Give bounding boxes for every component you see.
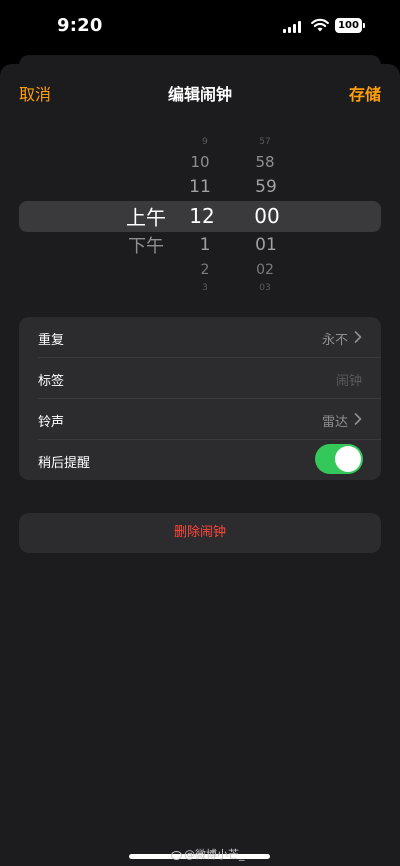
battery-icon: 100 [335,18,365,33]
page-title: 编辑闹钟 [167,85,232,104]
wifi-icon [311,18,329,32]
repeat-row[interactable]: 重复 永不 [19,317,381,358]
save-button[interactable]: 存储 [349,81,381,105]
watermark: @微博小芒_ [171,846,245,862]
hour-option[interactable]: 9 [202,137,208,147]
minute-option[interactable]: 58 [255,153,274,171]
label-row[interactable]: 标签 闹钟 [19,358,381,399]
hour-option[interactable]: 1 [200,235,211,255]
hour-option[interactable]: 3 [202,283,208,293]
label-label: 标签 [38,374,65,389]
edit-alarm-sheet: 取消 编辑闹钟 存储 上午 下午 9 10 11 12 1 2 3 57 58 … [0,64,400,866]
battery-level: 100 [335,18,362,33]
label-input[interactable]: 闹钟 [336,370,362,389]
minute-option[interactable]: 01 [255,235,277,255]
minute-option-selected[interactable]: 00 [254,204,279,228]
hour-option[interactable]: 10 [190,153,209,171]
sound-value: 雷达 [321,415,348,430]
cellular-signal-icon [283,21,302,33]
alarm-settings-group: 重复 永不 标签 闹钟 铃声 雷达 稍后提醒 [19,317,381,480]
hour-option-selected[interactable]: 12 [189,204,214,228]
snooze-label: 稍后提醒 [38,456,91,471]
toggle-knob [335,446,361,472]
repeat-value: 永不 [321,333,348,348]
period-option[interactable]: 下午 [128,232,164,258]
minute-option[interactable]: 57 [259,137,270,147]
watermark-text: @微博小芒_ [184,848,245,861]
minute-option[interactable]: 02 [256,262,274,278]
sound-label: 铃声 [38,415,65,430]
snooze-toggle[interactable] [315,444,363,474]
hour-option[interactable]: 2 [201,262,210,278]
minute-option[interactable]: 03 [259,283,270,293]
repeat-label: 重复 [38,333,65,348]
status-bar: 9:20 100 [0,0,400,54]
sound-row[interactable]: 铃声 雷达 [19,399,381,440]
chevron-right-icon [354,413,362,425]
chevron-right-icon [354,331,362,343]
weibo-logo-icon [171,850,182,860]
snooze-row: 稍后提醒 [19,440,381,481]
delete-alarm-button[interactable]: 删除闹钟 [19,513,381,553]
time-picker[interactable]: 上午 下午 9 10 11 12 1 2 3 57 58 59 00 01 02… [0,128,400,298]
period-option[interactable]: 上午 [126,202,166,231]
status-time: 9:20 [57,15,103,36]
minute-option[interactable]: 59 [255,177,277,197]
hour-option[interactable]: 11 [189,177,211,197]
